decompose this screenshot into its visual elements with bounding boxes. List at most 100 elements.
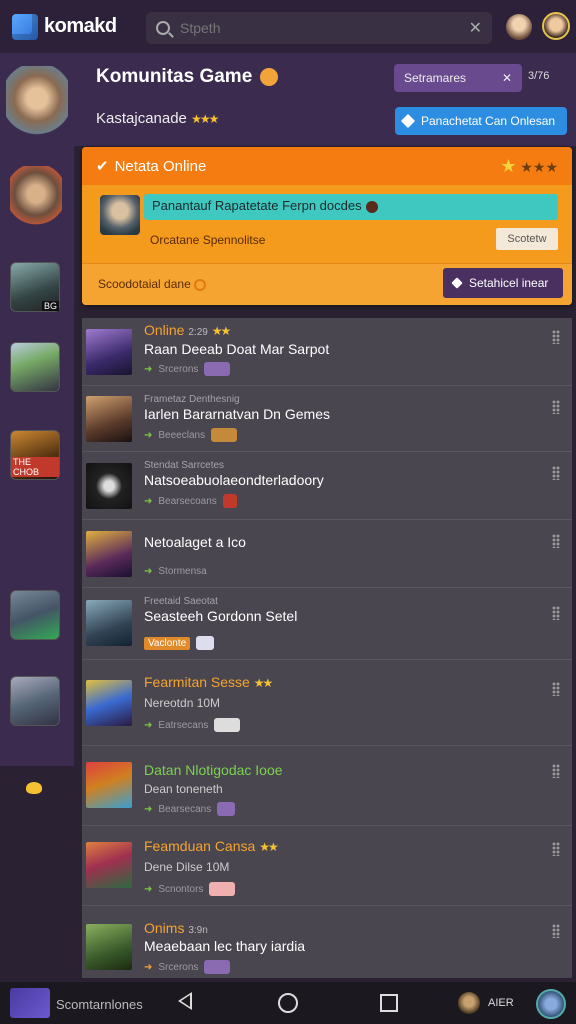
list-item[interactable]: Frametaz Denthesnig Iarlen Bararnatvan D… bbox=[82, 386, 572, 452]
arrow-icon: ➜ bbox=[144, 803, 153, 815]
highlight-banner[interactable]: Panantauf Rapatetate Ferpn docdes bbox=[144, 194, 558, 220]
online-card: ✔ Netata Online ★ ★★★ Panantauf Rapatetat… bbox=[82, 147, 572, 305]
search-input[interactable] bbox=[180, 20, 459, 36]
drag-handle-icon[interactable] bbox=[552, 606, 560, 620]
sidebar-community-2[interactable] bbox=[10, 166, 62, 228]
row-meta: ➜ Stormensa bbox=[144, 566, 207, 577]
arrow-icon: ➜ bbox=[144, 495, 153, 507]
drag-handle-icon[interactable] bbox=[552, 400, 560, 414]
drag-handle-icon[interactable] bbox=[552, 924, 560, 938]
row-status-extra: Iooe bbox=[255, 762, 283, 778]
sidebar-community-5[interactable]: THE CHOB bbox=[10, 430, 60, 480]
sidebar-community-4[interactable] bbox=[10, 342, 60, 392]
search-icon bbox=[156, 21, 170, 35]
page-title-text: Komunitas Game bbox=[96, 66, 253, 87]
row-status: Datan Nlotigodac Iooe bbox=[144, 762, 283, 778]
row-status-text: Feamduan Cansa bbox=[144, 838, 256, 854]
row-meta: ➜ Srcerons bbox=[144, 960, 231, 974]
row-meta-text: Srcerons bbox=[158, 961, 199, 973]
row-status-extra: 3:9n bbox=[188, 925, 208, 936]
game-tag bbox=[222, 494, 237, 508]
game-tag bbox=[209, 882, 236, 896]
list-item[interactable]: Fearmitan Sesse ★★ Nereotdn 10M ➜ Eatrsec… bbox=[82, 660, 572, 746]
game-tag bbox=[211, 428, 238, 442]
notification-avatar[interactable] bbox=[506, 14, 532, 40]
drag-handle-icon[interactable] bbox=[552, 842, 560, 856]
member-thumbnail bbox=[86, 396, 132, 442]
assistant-icon[interactable] bbox=[536, 989, 566, 1019]
online-card-description: Orcatane Spennolitse bbox=[150, 233, 266, 247]
coin-icon bbox=[194, 278, 207, 291]
list-item[interactable]: Feamduan Cansa ★★ Dene Dilse 10M ➜ Scnont… bbox=[82, 826, 572, 906]
back-icon[interactable] bbox=[178, 992, 192, 1010]
member-thumbnail bbox=[86, 680, 132, 726]
app-logo[interactable]: komakd bbox=[12, 13, 117, 40]
list-item[interactable]: Online 2:29 ★★ Raan Deeab Doat Mar Sarpo… bbox=[82, 318, 572, 386]
close-icon[interactable]: ✕ bbox=[502, 71, 512, 85]
row-status-text: Onims bbox=[144, 920, 185, 936]
status-text: Scoodotaial dane bbox=[98, 277, 191, 291]
clear-icon[interactable]: ✕ bbox=[469, 18, 482, 38]
home-icon[interactable] bbox=[278, 993, 298, 1013]
drag-handle-icon[interactable] bbox=[552, 764, 560, 778]
sidebar-community-1[interactable] bbox=[6, 66, 68, 138]
badge-icon bbox=[259, 67, 278, 86]
list-item[interactable]: Stendat Sarrcetes Natsoeabuolaeondterlad… bbox=[82, 452, 572, 520]
card-action-button[interactable]: Setahicel inear bbox=[443, 268, 563, 298]
online-card-status: Scoodotaial dane bbox=[98, 277, 207, 291]
list-item[interactable]: Onims 3:9n Meaebaan lec thary iardia ➜ Sr… bbox=[82, 906, 572, 978]
drag-handle-icon[interactable] bbox=[552, 534, 560, 548]
stars-icon: ★★ bbox=[259, 840, 278, 854]
list-item[interactable]: Netoalaget a Ico ➜ Stormensa bbox=[82, 520, 572, 588]
drag-handle-icon[interactable] bbox=[552, 466, 560, 480]
logo-text: komakd bbox=[44, 15, 117, 37]
filter-label: Setramares bbox=[404, 71, 467, 85]
stars-icon: ★★ bbox=[211, 324, 231, 338]
recent-apps-icon[interactable] bbox=[380, 994, 398, 1012]
row-meta: ➜ Srcerons bbox=[144, 362, 231, 376]
sidebar-community-7[interactable] bbox=[10, 676, 60, 726]
row-title: Nereotdn 10M bbox=[144, 696, 221, 710]
sidebar-tag: BG bbox=[41, 301, 59, 311]
app-switcher-icon[interactable] bbox=[10, 988, 50, 1018]
stars-icon: ★★★ bbox=[191, 112, 219, 126]
member-avatar[interactable] bbox=[100, 195, 140, 235]
list-item[interactable]: Freetaid Saeotat Seasteeh Gordonn Setel … bbox=[82, 588, 572, 660]
highlight-text: Panantauf Rapatetate Ferpn docdes bbox=[152, 198, 362, 213]
stars-icon: ★★ bbox=[253, 676, 273, 690]
game-tag bbox=[217, 802, 236, 816]
drag-handle-icon[interactable] bbox=[552, 330, 560, 344]
user-avatar[interactable] bbox=[458, 992, 480, 1014]
sidebar-community-6[interactable] bbox=[10, 590, 60, 640]
row-meta-text: Srcerons bbox=[158, 363, 199, 375]
filter-count: 3/76 bbox=[528, 70, 550, 82]
card-secondary-button[interactable]: Scotetw bbox=[496, 228, 558, 250]
row-status: Online 2:29 ★★ bbox=[144, 322, 231, 338]
drag-handle-icon[interactable] bbox=[552, 682, 560, 696]
arrow-icon: ➜ bbox=[144, 429, 153, 441]
page-title: Komunitas Game bbox=[96, 66, 278, 88]
member-thumbnail bbox=[86, 531, 132, 577]
row-meta-text: Scnontors bbox=[158, 883, 204, 895]
check-icon: ✔ bbox=[96, 158, 109, 175]
member-thumbnail bbox=[86, 762, 132, 808]
profile-avatar[interactable] bbox=[542, 12, 570, 40]
list-item[interactable]: Datan Nlotigodac Iooe Dean toneneth ➜ Bea… bbox=[82, 746, 572, 826]
row-title: Dean toneneth bbox=[144, 782, 223, 796]
member-thumbnail bbox=[86, 329, 132, 375]
chat-bubble-icon[interactable] bbox=[26, 782, 42, 794]
row-title: Netoalaget a Ico bbox=[144, 534, 246, 550]
row-status-text: Fearmitan Sesse bbox=[144, 674, 250, 690]
row-status: Feamduan Cansa ★★ bbox=[144, 838, 279, 854]
join-button-label: Panachetat Can Onlesan bbox=[421, 114, 556, 128]
join-online-button[interactable]: Panachetat Can Onlesan bbox=[395, 107, 567, 135]
member-thumbnail bbox=[86, 600, 132, 646]
row-status: Freetaid Saeotat bbox=[144, 596, 218, 607]
sidebar-community-3[interactable]: BG bbox=[10, 262, 60, 312]
game-tag bbox=[204, 362, 231, 376]
filter-chip[interactable]: Setramares ✕ bbox=[394, 64, 522, 92]
user-label: AIER bbox=[488, 997, 514, 1009]
member-thumbnail bbox=[86, 463, 132, 509]
arrow-icon: ➜ bbox=[144, 883, 153, 895]
row-meta-text: Bearsecans bbox=[158, 803, 212, 815]
